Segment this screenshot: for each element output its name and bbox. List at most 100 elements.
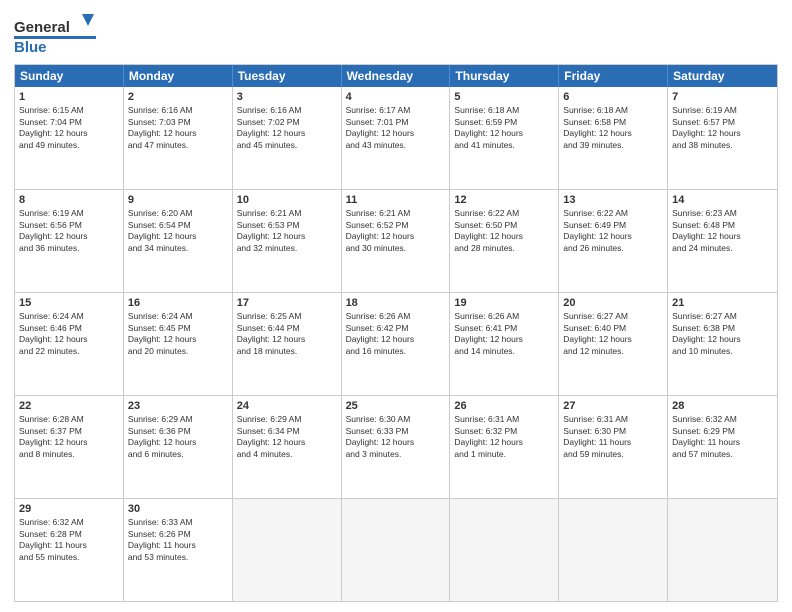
- cell-line: and 22 minutes.: [19, 346, 119, 357]
- cell-line: Daylight: 12 hours: [237, 334, 337, 345]
- day-number-10: 10: [237, 193, 337, 207]
- cell-line: and 30 minutes.: [346, 243, 446, 254]
- header-sunday: Sunday: [15, 65, 124, 87]
- cell-line: Sunset: 6:48 PM: [672, 220, 773, 231]
- cell-line: Daylight: 12 hours: [672, 231, 773, 242]
- day-cell-19: 19Sunrise: 6:26 AMSunset: 6:41 PMDayligh…: [450, 293, 559, 395]
- day-cell-7: 7Sunrise: 6:19 AMSunset: 6:57 PMDaylight…: [668, 87, 777, 189]
- cell-line: Daylight: 12 hours: [346, 128, 446, 139]
- cell-line: Sunset: 6:58 PM: [563, 117, 663, 128]
- day-cell-2: 2Sunrise: 6:16 AMSunset: 7:03 PMDaylight…: [124, 87, 233, 189]
- cell-line: Daylight: 12 hours: [19, 231, 119, 242]
- cell-line: Daylight: 12 hours: [237, 437, 337, 448]
- cell-line: Daylight: 12 hours: [19, 437, 119, 448]
- day-cell-18: 18Sunrise: 6:26 AMSunset: 6:42 PMDayligh…: [342, 293, 451, 395]
- header-tuesday: Tuesday: [233, 65, 342, 87]
- cell-line: and 43 minutes.: [346, 140, 446, 151]
- svg-text:Blue: Blue: [14, 39, 47, 56]
- day-number-4: 4: [346, 90, 446, 104]
- cell-line: Sunset: 6:54 PM: [128, 220, 228, 231]
- cell-line: and 12 minutes.: [563, 346, 663, 357]
- cell-line: Sunset: 6:49 PM: [563, 220, 663, 231]
- cell-line: Sunrise: 6:16 AM: [128, 105, 228, 116]
- cell-line: Sunset: 6:28 PM: [19, 529, 119, 540]
- cell-line: Daylight: 12 hours: [563, 231, 663, 242]
- day-cell-5: 5Sunrise: 6:18 AMSunset: 6:59 PMDaylight…: [450, 87, 559, 189]
- cell-line: and 4 minutes.: [237, 449, 337, 460]
- cell-line: Sunrise: 6:33 AM: [128, 517, 228, 528]
- day-number-22: 22: [19, 399, 119, 413]
- cell-line: Sunset: 6:56 PM: [19, 220, 119, 231]
- day-cell-26: 26Sunrise: 6:31 AMSunset: 6:32 PMDayligh…: [450, 396, 559, 498]
- day-cell-4: 4Sunrise: 6:17 AMSunset: 7:01 PMDaylight…: [342, 87, 451, 189]
- cell-line: Sunrise: 6:32 AM: [19, 517, 119, 528]
- cell-line: and 47 minutes.: [128, 140, 228, 151]
- cell-line: and 8 minutes.: [19, 449, 119, 460]
- cell-line: Sunset: 6:50 PM: [454, 220, 554, 231]
- cell-line: Sunrise: 6:31 AM: [563, 414, 663, 425]
- cell-line: and 16 minutes.: [346, 346, 446, 357]
- cell-line: Daylight: 12 hours: [346, 334, 446, 345]
- cell-line: Daylight: 12 hours: [128, 437, 228, 448]
- cell-line: and 34 minutes.: [128, 243, 228, 254]
- cell-line: and 49 minutes.: [19, 140, 119, 151]
- page: General Blue Sunday Monday Tuesday Wedne…: [0, 0, 792, 612]
- cell-line: Daylight: 12 hours: [454, 334, 554, 345]
- cell-line: Sunrise: 6:19 AM: [19, 208, 119, 219]
- cell-line: and 39 minutes.: [563, 140, 663, 151]
- day-cell-10: 10Sunrise: 6:21 AMSunset: 6:53 PMDayligh…: [233, 190, 342, 292]
- cell-line: Sunrise: 6:24 AM: [19, 311, 119, 322]
- cell-line: Sunset: 7:01 PM: [346, 117, 446, 128]
- header-monday: Monday: [124, 65, 233, 87]
- day-cell-14: 14Sunrise: 6:23 AMSunset: 6:48 PMDayligh…: [668, 190, 777, 292]
- day-number-7: 7: [672, 90, 773, 104]
- day-number-5: 5: [454, 90, 554, 104]
- day-cell-17: 17Sunrise: 6:25 AMSunset: 6:44 PMDayligh…: [233, 293, 342, 395]
- day-number-21: 21: [672, 296, 773, 310]
- cell-line: and 24 minutes.: [672, 243, 773, 254]
- calendar-body: 1Sunrise: 6:15 AMSunset: 7:04 PMDaylight…: [15, 87, 777, 601]
- calendar-header: Sunday Monday Tuesday Wednesday Thursday…: [15, 65, 777, 87]
- day-number-6: 6: [563, 90, 663, 104]
- header: General Blue: [14, 10, 778, 58]
- cell-line: Daylight: 12 hours: [672, 334, 773, 345]
- week-row-5: 29Sunrise: 6:32 AMSunset: 6:28 PMDayligh…: [15, 498, 777, 601]
- cell-line: Sunset: 6:37 PM: [19, 426, 119, 437]
- day-number-17: 17: [237, 296, 337, 310]
- header-friday: Friday: [559, 65, 668, 87]
- cell-line: Sunrise: 6:19 AM: [672, 105, 773, 116]
- cell-line: Daylight: 12 hours: [128, 334, 228, 345]
- week-row-4: 22Sunrise: 6:28 AMSunset: 6:37 PMDayligh…: [15, 395, 777, 498]
- header-thursday: Thursday: [450, 65, 559, 87]
- cell-line: Sunrise: 6:22 AM: [454, 208, 554, 219]
- logo: General Blue: [14, 10, 109, 58]
- cell-line: Sunrise: 6:16 AM: [237, 105, 337, 116]
- cell-line: Sunrise: 6:29 AM: [237, 414, 337, 425]
- cell-line: Sunset: 6:46 PM: [19, 323, 119, 334]
- day-number-3: 3: [237, 90, 337, 104]
- cell-line: Sunrise: 6:24 AM: [128, 311, 228, 322]
- svg-text:General: General: [14, 19, 70, 36]
- week-row-3: 15Sunrise: 6:24 AMSunset: 6:46 PMDayligh…: [15, 292, 777, 395]
- cell-line: Sunrise: 6:17 AM: [346, 105, 446, 116]
- day-number-9: 9: [128, 193, 228, 207]
- header-wednesday: Wednesday: [342, 65, 451, 87]
- day-cell-16: 16Sunrise: 6:24 AMSunset: 6:45 PMDayligh…: [124, 293, 233, 395]
- day-cell-6: 6Sunrise: 6:18 AMSunset: 6:58 PMDaylight…: [559, 87, 668, 189]
- cell-line: and 45 minutes.: [237, 140, 337, 151]
- cell-line: Sunset: 7:02 PM: [237, 117, 337, 128]
- cell-line: Sunrise: 6:32 AM: [672, 414, 773, 425]
- cell-line: Daylight: 12 hours: [672, 128, 773, 139]
- cell-line: Sunset: 6:38 PM: [672, 323, 773, 334]
- day-cell-25: 25Sunrise: 6:30 AMSunset: 6:33 PMDayligh…: [342, 396, 451, 498]
- cell-line: Sunset: 6:29 PM: [672, 426, 773, 437]
- cell-line: Daylight: 12 hours: [237, 231, 337, 242]
- cell-line: and 26 minutes.: [563, 243, 663, 254]
- cell-line: Sunset: 6:57 PM: [672, 117, 773, 128]
- cell-line: Sunrise: 6:21 AM: [237, 208, 337, 219]
- day-number-14: 14: [672, 193, 773, 207]
- day-number-25: 25: [346, 399, 446, 413]
- cell-line: Sunset: 6:59 PM: [454, 117, 554, 128]
- day-number-2: 2: [128, 90, 228, 104]
- cell-line: Daylight: 12 hours: [454, 231, 554, 242]
